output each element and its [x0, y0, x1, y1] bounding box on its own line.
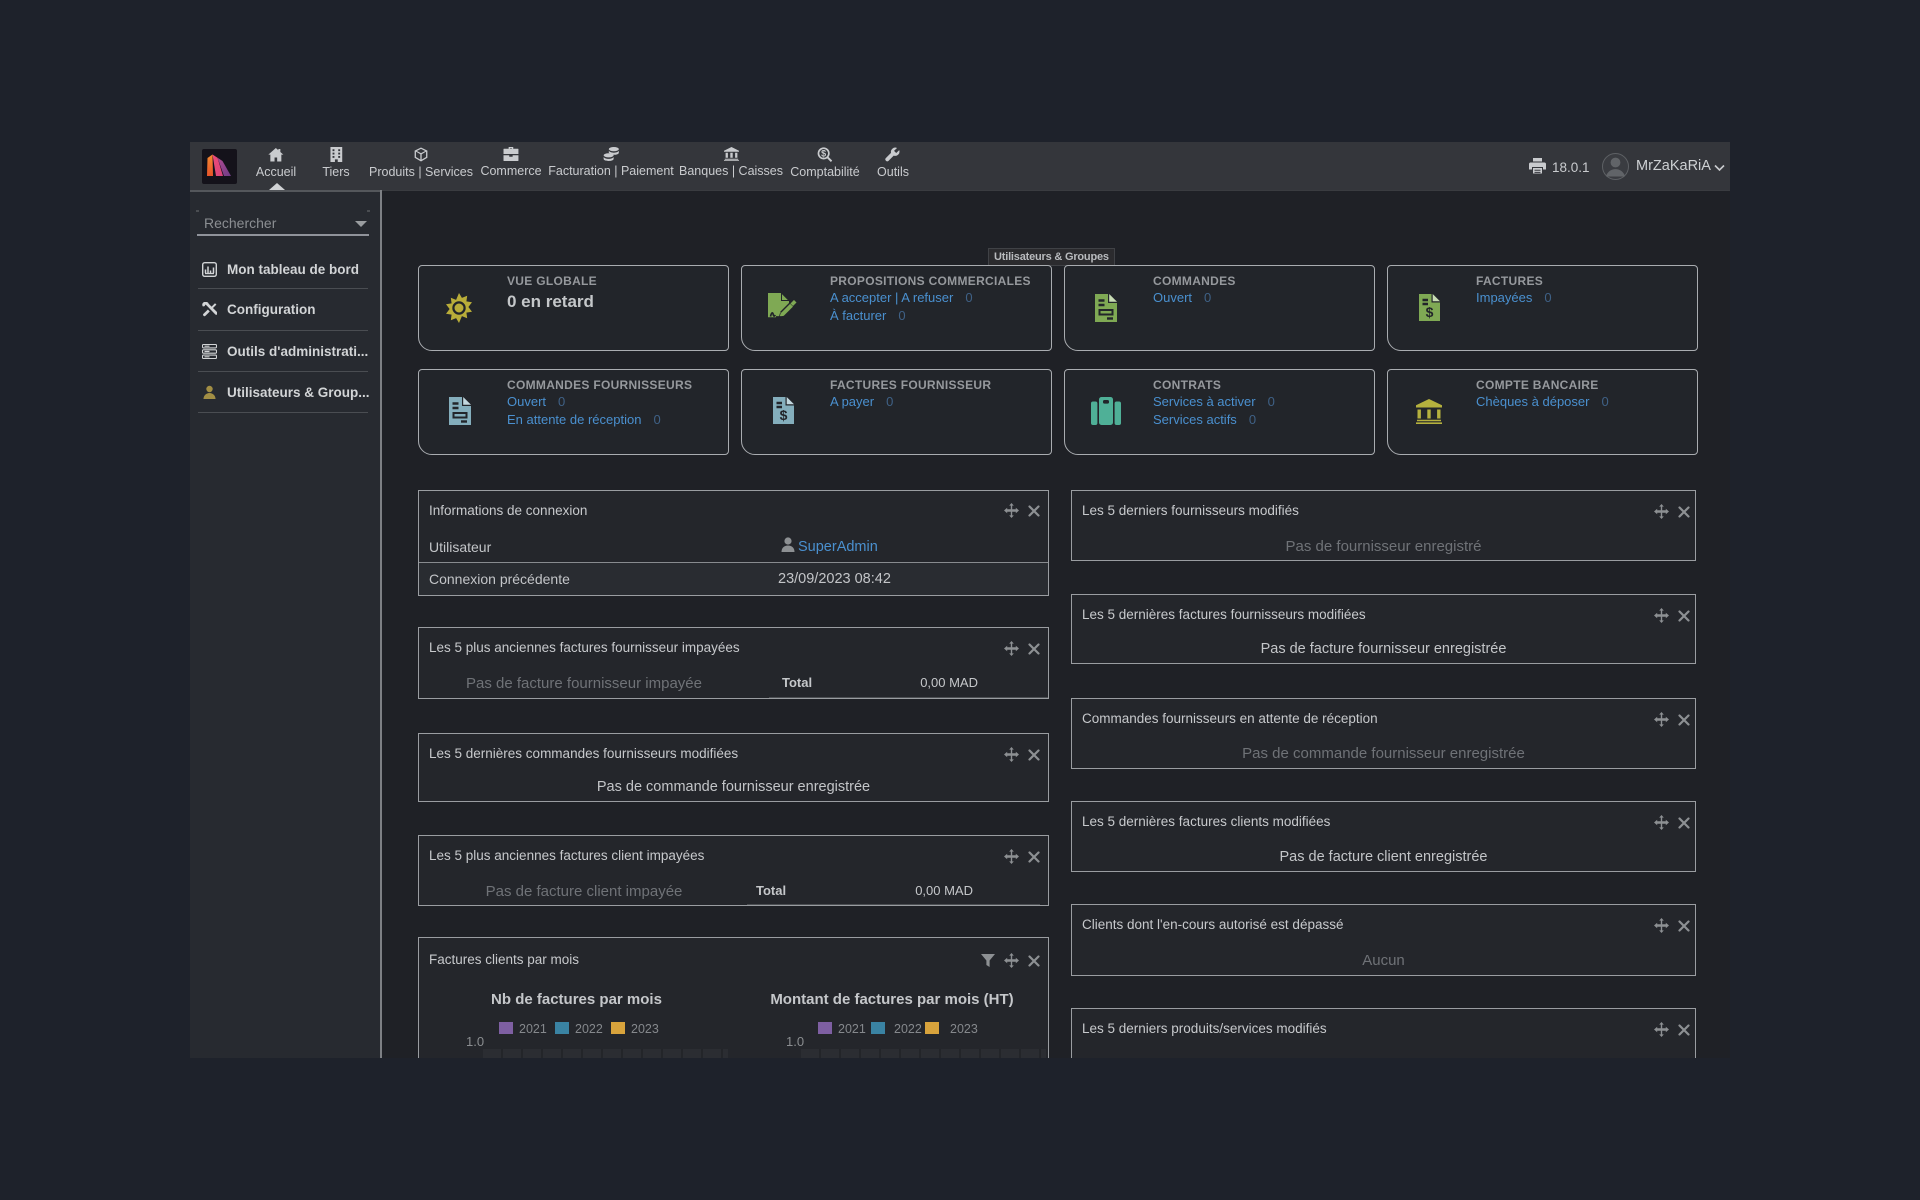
svg-text:$: $	[1426, 304, 1434, 320]
svg-text:$: $	[821, 149, 826, 159]
svg-text:$: $	[780, 407, 788, 423]
